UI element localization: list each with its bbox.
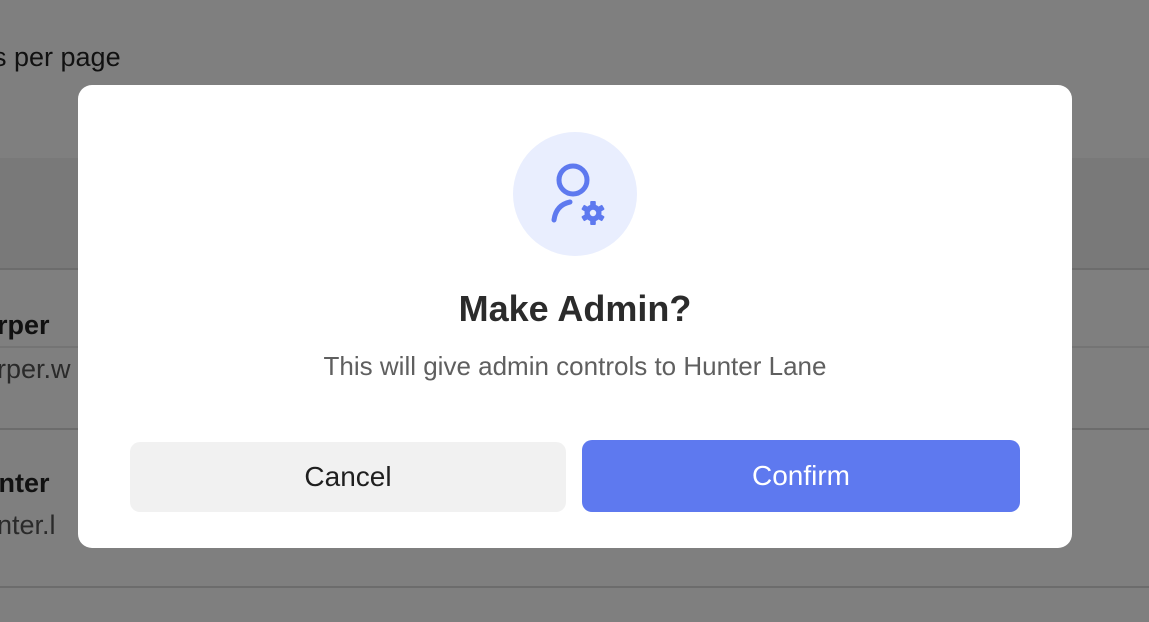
confirm-button[interactable]: Confirm [582,440,1020,512]
dialog-message: This will give admin controls to Hunter … [323,351,827,381]
dialog-title: Make Admin? [458,288,692,329]
cancel-button[interactable]: Cancel [130,442,566,512]
make-admin-dialog: Make Admin? This will give admin control… [78,85,1072,548]
dialog-icon-badge [513,132,637,256]
user-gear-icon [551,163,605,225]
